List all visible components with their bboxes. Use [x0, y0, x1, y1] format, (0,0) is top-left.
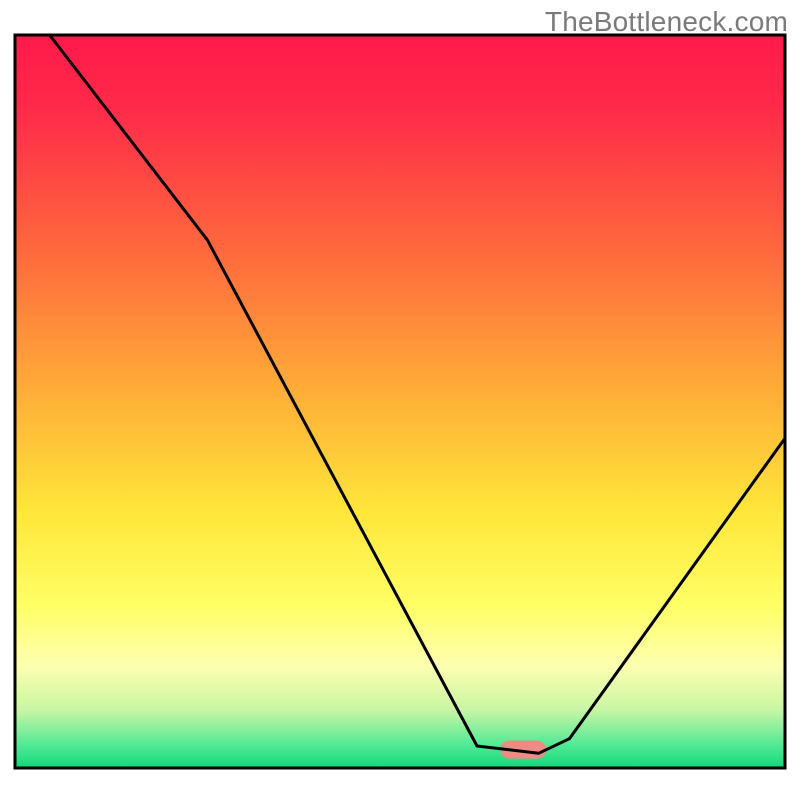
- gradient-background: [15, 35, 785, 768]
- watermark-text: TheBottleneck.com: [545, 6, 788, 38]
- bottleneck-chart: [0, 0, 800, 800]
